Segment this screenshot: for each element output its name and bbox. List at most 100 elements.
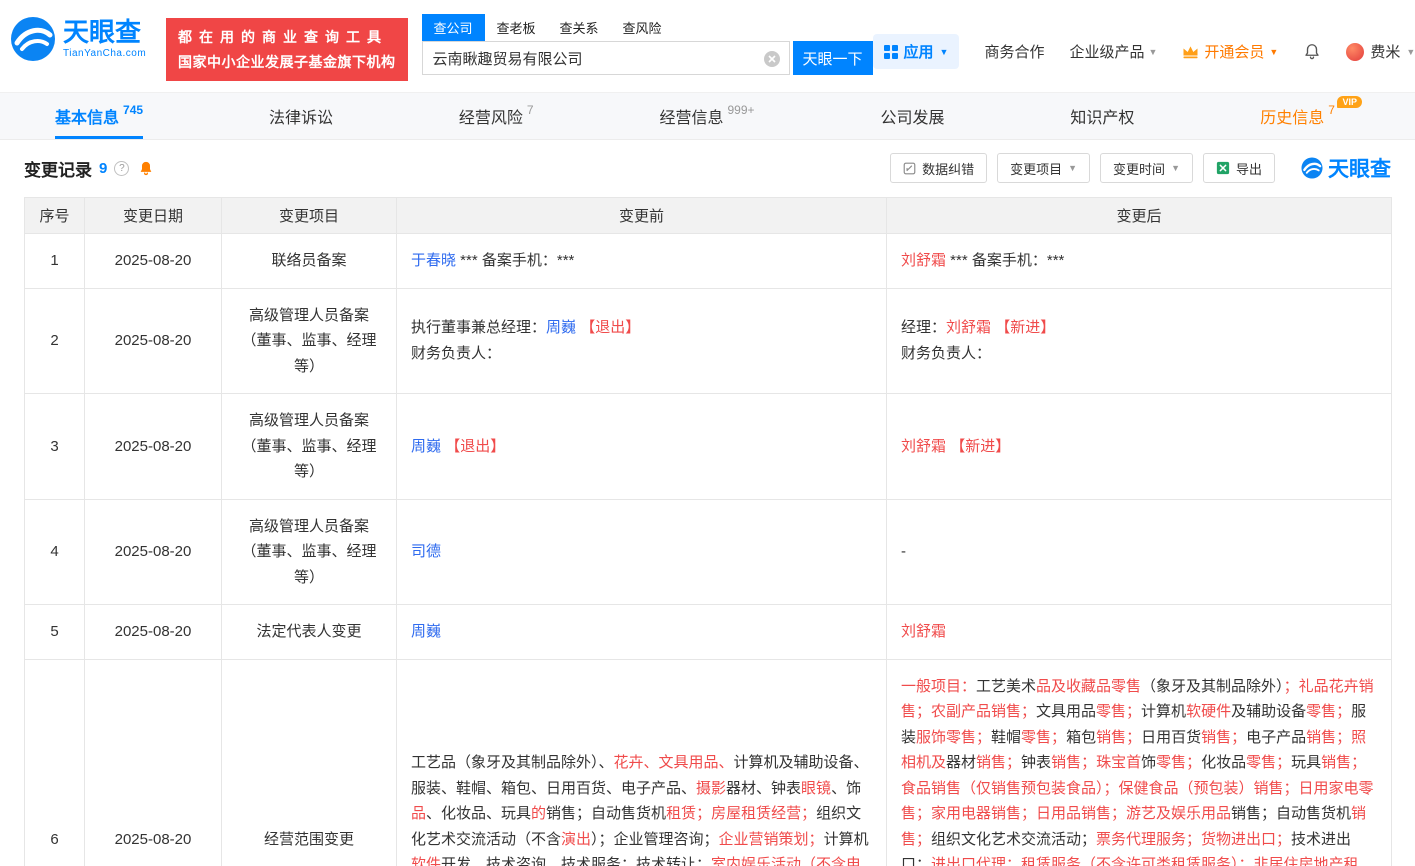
- export-button[interactable]: 导出: [1203, 153, 1275, 183]
- person-link[interactable]: 刘舒霜: [901, 438, 946, 455]
- top-header: 天眼查 TianYanCha.com 都在用的商业查询工具 国家中小企业发展子基…: [0, 0, 1415, 92]
- table-body: 12025-08-20联络员备案于春晓 *** 备案手机：***刘舒霜 *** …: [25, 234, 1392, 866]
- notification-bell-icon[interactable]: [1303, 42, 1321, 61]
- text-segment: 财务负责人：: [901, 345, 991, 362]
- tab-label: 经营信息: [659, 104, 723, 128]
- tab-basic-info[interactable]: 基本信息745: [55, 93, 143, 139]
- person-link[interactable]: 周巍: [411, 623, 441, 640]
- search-tabs: 查公司查老板查关系查风险: [422, 14, 873, 41]
- person-link[interactable]: 刘舒霜: [901, 623, 946, 640]
- text-segment: 眼镜: [801, 780, 831, 797]
- tab-company-development[interactable]: 公司发展: [880, 93, 944, 139]
- text-segment: -: [901, 543, 906, 560]
- tianyancha-logo[interactable]: 天眼查 TianYanCha.com: [10, 16, 160, 62]
- search-input[interactable]: [423, 42, 789, 74]
- text-segment: 工艺品（象牙及其制品除外）、: [411, 754, 614, 771]
- text-segment: 的: [531, 805, 546, 822]
- business-cooperation-link[interactable]: 商务合作: [984, 41, 1044, 62]
- section-header: 变更记录 9 ? 数据纠错 变更项目 ▼ 变更时间 ▼: [0, 140, 1415, 195]
- table-row: 22025-08-20高级管理人员备案（董事、监事、经理等）执行董事兼总经理：周…: [25, 288, 1392, 394]
- text-segment: 零售；: [1021, 729, 1066, 746]
- person-link[interactable]: 周巍: [546, 319, 576, 336]
- table-row: 32025-08-20高级管理人员备案（董事、监事、经理等）周巍 【退出】刘舒霜…: [25, 394, 1392, 500]
- tab-legal-proceedings[interactable]: 法律诉讼: [269, 93, 333, 139]
- column-header: 变更项目: [222, 198, 397, 234]
- change-time-filter[interactable]: 变更时间 ▼: [1100, 153, 1193, 183]
- table-head-row: 序号变更日期变更项目变更前变更后: [25, 198, 1392, 234]
- column-header: 变更日期: [85, 198, 222, 234]
- text-segment: 计算机: [824, 831, 869, 848]
- text-segment: 企业营销策划；: [719, 831, 824, 848]
- tab-business-risk[interactable]: 经营风险7: [459, 93, 534, 139]
- chevron-down-icon: ▼: [1148, 47, 1157, 57]
- column-header: 序号: [25, 198, 85, 234]
- person-link[interactable]: 司德: [411, 543, 441, 560]
- change-date: 2025-08-20: [85, 605, 222, 660]
- change-after: 刘舒霜: [887, 605, 1392, 660]
- change-date: 2025-08-20: [85, 499, 222, 605]
- chevron-down-icon: ▼: [1406, 47, 1415, 57]
- change-before: 工艺品（象牙及其制品除外）、花卉、文具用品、计算机及辅助设备、服装、鞋帽、箱包、…: [397, 659, 887, 866]
- text-segment: 钟表: [1021, 754, 1051, 771]
- person-link[interactable]: 刘舒霜: [901, 252, 946, 269]
- column-header: 变更后: [887, 198, 1392, 234]
- person-link[interactable]: 周巍: [411, 438, 441, 455]
- change-item: 联络员备案: [222, 234, 397, 289]
- text-segment: *** 备案手机：***: [456, 252, 574, 269]
- text-segment: 【退出】: [580, 319, 640, 336]
- person-link[interactable]: 刘舒霜: [946, 319, 991, 336]
- enterprise-products-menu[interactable]: 企业级产品 ▼: [1069, 41, 1157, 62]
- page-tabs: 基本信息745 法律诉讼 经营风险7 经营信息999+ 公司发展 知识产权 历史信息7VIP: [0, 92, 1415, 140]
- change-date: 2025-08-20: [85, 234, 222, 289]
- text-segment: 销售；: [1201, 729, 1246, 746]
- change-before: 周巍: [397, 605, 887, 660]
- user-menu[interactable]: 费米 ▼: [1346, 41, 1415, 62]
- change-item: 法定代表人变更: [222, 605, 397, 660]
- avatar: [1346, 43, 1364, 61]
- tab-label: 知识产权: [1070, 104, 1134, 128]
- tab-business-info[interactable]: 经营信息999+: [659, 93, 754, 139]
- text-segment: 销售；珠宝首: [1051, 754, 1141, 771]
- grid-icon: [884, 45, 898, 59]
- change-date: 2025-08-20: [85, 659, 222, 866]
- search-tab-check-relation[interactable]: 查关系: [548, 14, 611, 41]
- header-right-nav: 应用 ▼ 商务合作 企业级产品 ▼ 开通会员 ▼: [873, 34, 1415, 69]
- tab-historical-info[interactable]: 历史信息7VIP: [1260, 93, 1335, 139]
- apps-menu-label: 应用: [904, 41, 934, 62]
- text-segment: 工艺美术: [976, 678, 1036, 695]
- text-segment: 销售；: [976, 754, 1021, 771]
- tianyancha-logo-icon: [10, 16, 56, 62]
- change-item: 高级管理人员备案（董事、监事、经理等）: [222, 288, 397, 394]
- subscribe-bell-icon[interactable]: [138, 160, 154, 177]
- row-number: 2: [25, 288, 85, 394]
- text-segment: 及辅助设备: [1231, 703, 1306, 720]
- row-number: 6: [25, 659, 85, 866]
- vip-upgrade-label: 开通会员: [1204, 41, 1264, 62]
- text-segment: 箱包: [1066, 729, 1096, 746]
- tab-intellectual-property[interactable]: 知识产权: [1070, 93, 1134, 139]
- clear-search-icon[interactable]: [764, 51, 780, 67]
- search-tab-check-company[interactable]: 查公司: [422, 14, 485, 41]
- text-segment: 销售；自动售货机: [1231, 805, 1351, 822]
- text-segment: 财务负责人：: [411, 345, 501, 362]
- tab-label: 公司发展: [880, 104, 944, 128]
- column-header: 变更前: [397, 198, 887, 234]
- logo-subtitle: TianYanCha.com: [63, 48, 146, 59]
- text-segment: 执行董事兼总经理：: [411, 319, 546, 336]
- change-after: 经理：刘舒霜 【新进】 财务负责人：: [887, 288, 1392, 394]
- change-item-filter[interactable]: 变更项目 ▼: [997, 153, 1090, 183]
- help-icon[interactable]: ?: [114, 161, 129, 176]
- text-segment: 计算机: [1141, 703, 1186, 720]
- change-date: 2025-08-20: [85, 394, 222, 500]
- text-segment: 文具用品: [1036, 703, 1096, 720]
- person-link[interactable]: 于春晓: [411, 252, 456, 269]
- text-segment: 零售；: [1306, 703, 1351, 720]
- search-tab-check-boss[interactable]: 查老板: [485, 14, 548, 41]
- apps-menu[interactable]: 应用 ▼: [873, 34, 960, 69]
- search-tab-check-risk[interactable]: 查风险: [611, 14, 674, 41]
- data-correction-button[interactable]: 数据纠错: [890, 153, 987, 183]
- search-button[interactable]: 天眼一下: [793, 41, 873, 75]
- text-segment: 电子产品: [1246, 729, 1306, 746]
- vip-upgrade-menu[interactable]: 开通会员 ▼: [1182, 41, 1278, 62]
- text-segment: 摄影: [696, 780, 726, 797]
